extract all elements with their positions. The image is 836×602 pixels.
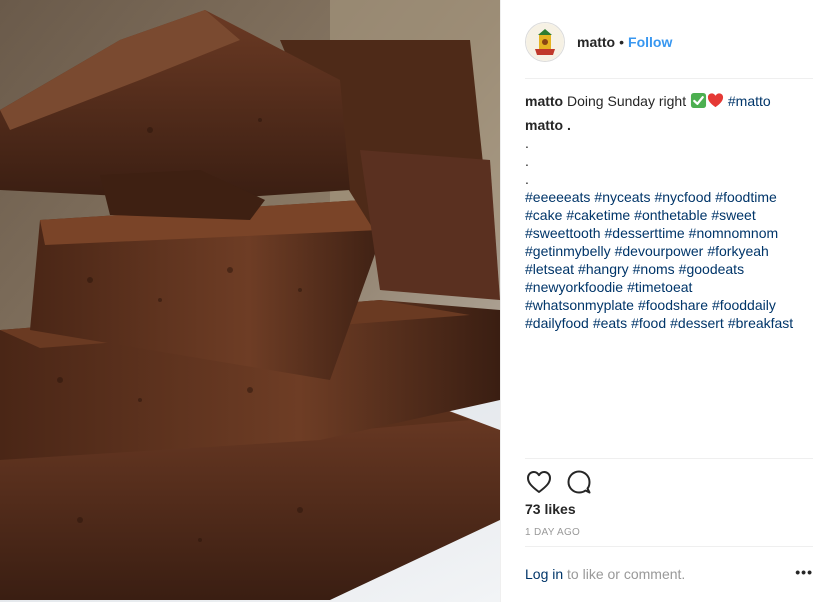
caption-username[interactable]: matto [525,93,563,109]
login-prompt: Log in to like or comment. ••• [525,564,813,586]
hashtag-link[interactable]: #dessert [670,315,724,331]
hashtag-link[interactable]: #goodeats [679,261,744,277]
hashtag-link[interactable]: #timetoeat [627,279,692,295]
hashtag-link[interactable]: #whatsonmyplate [525,297,634,313]
hashtag-link[interactable]: #breakfast [728,315,793,331]
hashtag-link[interactable]: #forkyeah [707,243,768,259]
avatar-logo-icon [526,23,564,61]
more-options-icon[interactable]: ••• [793,564,813,584]
caption-text: Doing Sunday right [563,93,690,109]
hashtag-link[interactable]: #foodtime [715,189,776,205]
like-button[interactable] [525,468,553,496]
caption-dot-1: . [525,135,529,151]
post-sidebar: matto • Follow matto Doing Sunday right … [500,0,836,602]
divider [525,458,813,459]
heart-emoji-icon [707,93,724,108]
post-header: matto • Follow [525,18,813,66]
brownies-image [0,0,500,602]
divider [525,78,813,79]
comment-bubble-icon [567,470,591,494]
hashtag-link[interactable]: #sweet [711,207,755,223]
hashtag-list: #eeeeeats #nyceats #nycfood #foodtime #cake… [525,188,817,332]
hashtag-link[interactable]: #fooddaily [712,297,776,313]
avatar[interactable] [525,22,565,62]
login-link[interactable]: Log in [525,566,563,582]
hashtag-link[interactable]: #cake [525,207,562,223]
username[interactable]: matto [577,34,615,50]
hashtag-link[interactable]: #hangry [578,261,629,277]
hashtag-link[interactable]: #onthetable [634,207,707,223]
hashtag-link[interactable]: #devourpower [615,243,704,259]
hashtag-link[interactable]: #nycfood [654,189,711,205]
post-timestamp[interactable]: 1 DAY AGO [525,527,580,538]
separator-dot: • [619,34,625,50]
hashtag-link[interactable]: #letseat [525,261,574,277]
caption-dot-2: . [525,153,529,169]
hashtag-link[interactable]: #matto [728,93,771,109]
caption-second-text: matto . [525,117,571,133]
hashtag-link[interactable]: #eats [593,315,627,331]
caption-second-line: matto . [525,116,817,134]
likes-count[interactable]: 73 likes [525,501,576,517]
login-prompt-text: to like or comment. [563,566,686,582]
check-mark-emoji-icon [690,92,707,109]
hashtag-link[interactable]: #foodshare [638,297,708,313]
caption-first-line: matto Doing Sunday right #matto [525,92,817,110]
hashtag-link[interactable]: #newyorkfoodie [525,279,623,295]
hashtag-link[interactable]: #getinmybelly [525,243,611,259]
caption-dot-3: . [525,171,529,187]
hashtag-link[interactable]: #nomnomnom [689,225,779,241]
hashtag-link[interactable]: #dailyfood [525,315,589,331]
hashtag-link[interactable]: #desserttime [605,225,685,241]
action-bar [525,466,813,498]
caption: matto Doing Sunday right #matto matto . … [525,92,817,332]
follow-button[interactable]: Follow [628,34,672,50]
hashtag-link[interactable]: #nyceats [594,189,650,205]
hashtag-link[interactable]: #food [631,315,666,331]
hashtag-link[interactable]: #sweettooth [525,225,601,241]
post-photo[interactable] [0,0,500,602]
instagram-post: matto • Follow matto Doing Sunday right … [0,0,836,602]
heart-outline-icon [527,471,551,493]
hashtag-link[interactable]: #noms [633,261,675,277]
comment-button[interactable] [565,468,593,496]
hashtag-link[interactable]: #caketime [566,207,630,223]
divider [525,546,813,547]
hashtag-link[interactable]: #eeeeeats [525,189,590,205]
